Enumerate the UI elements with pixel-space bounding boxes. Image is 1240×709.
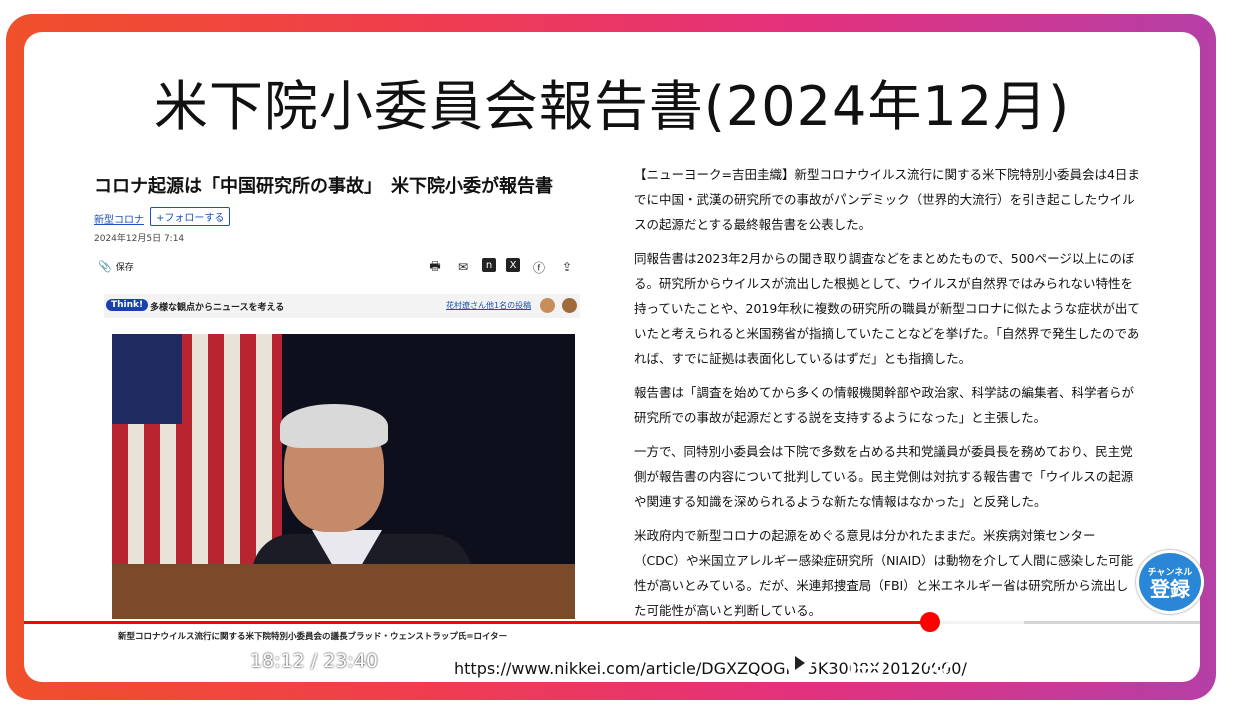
desk	[112, 564, 575, 619]
article-paragraph: 米政府内で新型コロナの起源をめぐる意見は分かれたままだ。米疾病対策センター（CD…	[634, 528, 1134, 618]
miniplayer-button[interactable]	[996, 648, 1032, 678]
article-date: 2024年12月5日 7:14	[94, 234, 185, 244]
follow-button: +フォローする	[150, 207, 231, 226]
play-icon	[51, 651, 72, 675]
next-icon	[121, 652, 144, 674]
topic-tag: 新型コロナ	[94, 215, 144, 226]
subscribe-big-label: 登録	[1150, 576, 1190, 601]
miniplayer-icon	[997, 650, 1031, 676]
play-button[interactable]	[44, 648, 78, 678]
article-paragraph: 同報告書は2023年2月からの聞き取り調査などをまとめたもので、500ページ以上…	[634, 251, 1140, 366]
share-icons: 🖶 ✉ n X ⓕ ⇪	[426, 258, 576, 276]
article-paragraph: 報告書は「調査を始めてから多くの情報機関幹部や政治家、科学誌の編集者、科学者らが…	[634, 385, 1135, 425]
note-icon: n	[482, 258, 496, 272]
url-overlay: https://www.nikkei.com/article/DGXZQOGN0…	[454, 659, 967, 678]
print-icon: 🖶	[429, 258, 441, 273]
subscribe-button[interactable]: チャンネル 登録	[1136, 550, 1204, 614]
seek-bar[interactable]	[24, 612, 1200, 632]
seek-progress	[24, 621, 930, 624]
x-icon: X	[506, 258, 520, 272]
think-text: 多様な観点からニュースを考える	[150, 303, 285, 313]
save-control: 📎 保存	[98, 260, 134, 273]
avatar	[540, 298, 555, 313]
mail-icon: ✉	[457, 260, 469, 274]
subtitles-button[interactable]	[850, 648, 884, 678]
article-photo	[112, 334, 575, 619]
autoplay-icon	[786, 650, 812, 676]
share-icon: ⇪	[561, 260, 573, 274]
video-player[interactable]: 米下院小委員会報告書(2024年12月) コロナ起源は「中国研究所の事故」 米下…	[24, 32, 1200, 682]
save-label: 保存	[115, 263, 134, 273]
article-paragraph: 一方で、同特別小委員会は下院で多数を占める共和党議員が委員長を務めており、民主党…	[634, 444, 1134, 509]
fullscreen-button[interactable]	[1142, 648, 1176, 678]
flag-canton	[112, 334, 182, 424]
article-paragraph: 【ニューヨーク=吉田圭織】新型コロナウイルス流行に関する米下院特別小委員会は4日…	[634, 167, 1140, 232]
hair	[280, 404, 388, 448]
theater-button[interactable]	[1070, 648, 1106, 678]
time-display: 18:12 / 23:40	[250, 650, 378, 672]
subtitles-icon	[850, 650, 884, 676]
gear-icon	[926, 650, 952, 676]
settings-button[interactable]	[922, 648, 956, 678]
paperclip-icon: 📎	[98, 260, 112, 273]
next-button[interactable]	[116, 648, 150, 678]
subscribe-small-label: チャンネル	[1147, 567, 1193, 578]
photo-caption: 新型コロナウイルス流行に関する米下院特別小委員会の議長ブラッド・ウェンストラップ…	[118, 632, 508, 642]
think-bar: Think! 多様な観点からニュースを考える 花村遼さん他1名の投稿	[104, 294, 580, 318]
think-link: 花村遼さん他1名の投稿	[446, 301, 532, 310]
volume-button[interactable]	[186, 648, 226, 678]
think-badge: Think!	[106, 299, 149, 311]
article-headline: コロナ起源は「中国研究所の事故」 米下院小委が報告書	[94, 176, 553, 197]
slide-title: 米下院小委員会報告書(2024年12月)	[153, 75, 1071, 138]
fullscreen-icon	[1145, 649, 1173, 677]
seek-handle[interactable]	[920, 612, 940, 632]
article-body: 【ニューヨーク=吉田圭織】新型コロナウイルス流行に関する米下院特別小委員会は4日…	[634, 162, 1140, 632]
volume-icon	[191, 652, 214, 674]
autoplay-toggle[interactable]	[782, 648, 816, 678]
theater-icon	[1070, 651, 1106, 675]
facebook-icon: ⓕ	[532, 260, 545, 275]
avatar	[562, 298, 577, 313]
